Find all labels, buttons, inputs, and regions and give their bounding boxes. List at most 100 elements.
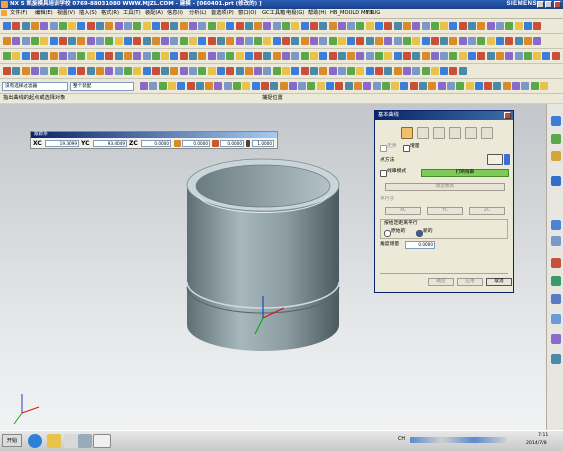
toolbar-tool-icon[interactable]	[512, 82, 520, 90]
toolbar-tool-icon[interactable]	[189, 67, 197, 75]
toolbar-tool-icon[interactable]	[3, 67, 11, 75]
toolbar-tool-icon[interactable]	[30, 22, 39, 30]
ok-button[interactable]: 确定	[428, 278, 454, 286]
toolbar-tool-icon[interactable]	[365, 52, 374, 60]
toolbar-tool-icon[interactable]	[123, 52, 132, 60]
cancel-button[interactable]: 取消	[486, 278, 512, 286]
toolbar-tool-icon[interactable]	[505, 37, 514, 45]
toolbar-tool-icon[interactable]	[458, 67, 467, 75]
toolbar-tool-icon[interactable]	[77, 22, 86, 30]
toolbar-tool-icon[interactable]	[300, 52, 309, 60]
toolbar-tool-icon[interactable]	[235, 37, 244, 45]
toolbar-tool-icon[interactable]	[96, 67, 104, 75]
toolbar-tool-icon[interactable]	[58, 52, 67, 60]
toolbar-tool-icon[interactable]	[375, 67, 383, 75]
toolbar-tool-icon[interactable]	[421, 67, 430, 75]
toolbar-tool-icon[interactable]	[226, 37, 235, 45]
toolbar-tool-icon[interactable]	[105, 67, 114, 75]
toolbar-tool-icon[interactable]	[189, 52, 197, 60]
toolbar-tool-icon[interactable]	[365, 67, 374, 75]
toolbar-tool-icon[interactable]	[477, 37, 486, 45]
toolbar-tool-icon[interactable]	[486, 22, 495, 30]
toolbar-tool-icon[interactable]	[49, 22, 58, 30]
toolbar-tool-icon[interactable]	[288, 82, 297, 90]
angle-increment-field[interactable]: 0.0000	[405, 241, 435, 249]
menu-preferences[interactable]: 首选项(P)	[211, 9, 234, 18]
toolbar-tool-icon[interactable]	[393, 37, 402, 45]
parallel-zc-button[interactable]: ZC	[469, 207, 505, 215]
toolbar-tool-icon[interactable]	[114, 52, 123, 60]
menu-file[interactable]: 文件(F)	[10, 9, 27, 18]
toolbar-tool-icon[interactable]	[477, 22, 486, 30]
toolbar-tool-icon[interactable]	[263, 37, 272, 45]
toolbar-tool-icon[interactable]	[391, 82, 400, 90]
toolbar-tool-icon[interactable]	[393, 67, 402, 75]
toolbar-tool-icon[interactable]	[523, 37, 532, 45]
toolbar-tool-icon[interactable]	[347, 22, 356, 30]
toolbar-tool-icon[interactable]	[151, 22, 160, 30]
toolbar-tool-icon[interactable]	[421, 52, 430, 60]
toolbar-tool-icon[interactable]	[40, 67, 49, 75]
toolbar-tool-icon[interactable]	[309, 67, 318, 75]
toolbar-tool-icon[interactable]	[307, 82, 316, 90]
menu-format[interactable]: 格式(R)	[101, 9, 119, 18]
toolbar-tool-icon[interactable]	[477, 52, 486, 60]
toolbar-tool-icon[interactable]	[409, 82, 418, 90]
toolbar-tool-icon[interactable]	[449, 22, 458, 30]
toolbar-tool-icon[interactable]	[161, 67, 170, 75]
toolbar-tool-icon[interactable]	[142, 37, 151, 45]
toolbar-tool-icon[interactable]	[207, 22, 216, 30]
toolbar-tool-icon[interactable]	[49, 52, 58, 60]
menu-edit[interactable]: 编辑(E)	[35, 9, 53, 18]
toolbar-tool-icon[interactable]	[449, 67, 458, 75]
toolbar-tool-icon[interactable]	[458, 37, 467, 45]
toolbar-tool-icon[interactable]	[179, 52, 188, 60]
toolbar-tool-icon[interactable]	[505, 52, 514, 60]
new-radio[interactable]	[416, 230, 423, 237]
toolbar-tool-icon[interactable]	[30, 37, 39, 45]
toolbar-tool-icon[interactable]	[68, 67, 77, 75]
point-method-dropdown-icon[interactable]	[504, 154, 510, 165]
toolbar-tool-icon[interactable]	[40, 52, 49, 60]
toolbar-tool-icon[interactable]	[179, 67, 188, 75]
toolbar-tool-icon[interactable]	[291, 67, 300, 75]
toolbar-tool-icon[interactable]	[440, 52, 449, 60]
toolbar-tool-icon[interactable]	[402, 37, 411, 45]
user-defined-icon[interactable]	[551, 354, 561, 364]
toolbar-tool-icon[interactable]	[161, 37, 170, 45]
toolbar-tool-icon[interactable]	[468, 22, 476, 30]
toolbar-tool-icon[interactable]	[521, 82, 530, 90]
toolbar-tool-icon[interactable]	[419, 82, 427, 90]
toolbar-tool-icon[interactable]	[372, 82, 381, 90]
point-method-button[interactable]	[487, 154, 503, 165]
toolbar-tool-icon[interactable]	[161, 22, 170, 30]
toolbar-tool-icon[interactable]	[123, 22, 132, 30]
toolbar-tool-icon[interactable]	[223, 82, 232, 90]
break-string-button[interactable]: 打断线串	[421, 169, 509, 177]
toolbar-tool-icon[interactable]	[381, 82, 390, 90]
toolbar-tool-icon[interactable]	[353, 82, 362, 90]
toolbar-tool-icon[interactable]	[12, 37, 21, 45]
menu-tools[interactable]: 工具(T)	[123, 9, 141, 18]
toolbar-tool-icon[interactable]	[151, 52, 160, 60]
toolbar-tool-icon[interactable]	[49, 67, 58, 75]
toolbar-tool-icon[interactable]	[133, 67, 142, 75]
toolbar-tool-icon[interactable]	[242, 82, 251, 90]
toolbar-tool-icon[interactable]	[393, 22, 402, 30]
system-scenes-icon[interactable]	[551, 294, 561, 304]
toolbar-tool-icon[interactable]	[440, 22, 449, 30]
toolbar-tool-icon[interactable]	[356, 67, 365, 75]
assembly-navigator-icon[interactable]	[551, 116, 561, 126]
toolbar-tool-icon[interactable]	[375, 52, 383, 60]
toolbar-tool-icon[interactable]	[365, 22, 374, 30]
toolbar-tool-icon[interactable]	[226, 67, 235, 75]
toolbar-tool-icon[interactable]	[458, 22, 467, 30]
toolbar-tool-icon[interactable]	[533, 37, 542, 45]
toolbar-tool-icon[interactable]	[505, 22, 514, 30]
toolbar-tool-icon[interactable]	[384, 52, 393, 60]
toolbar-tool-icon[interactable]	[142, 67, 151, 75]
nx-task-icon[interactable]	[64, 434, 78, 448]
line-curve-icon[interactable]	[401, 127, 413, 139]
toolbar-tool-icon[interactable]	[226, 22, 235, 30]
toolbar-tool-icon[interactable]	[384, 22, 393, 30]
